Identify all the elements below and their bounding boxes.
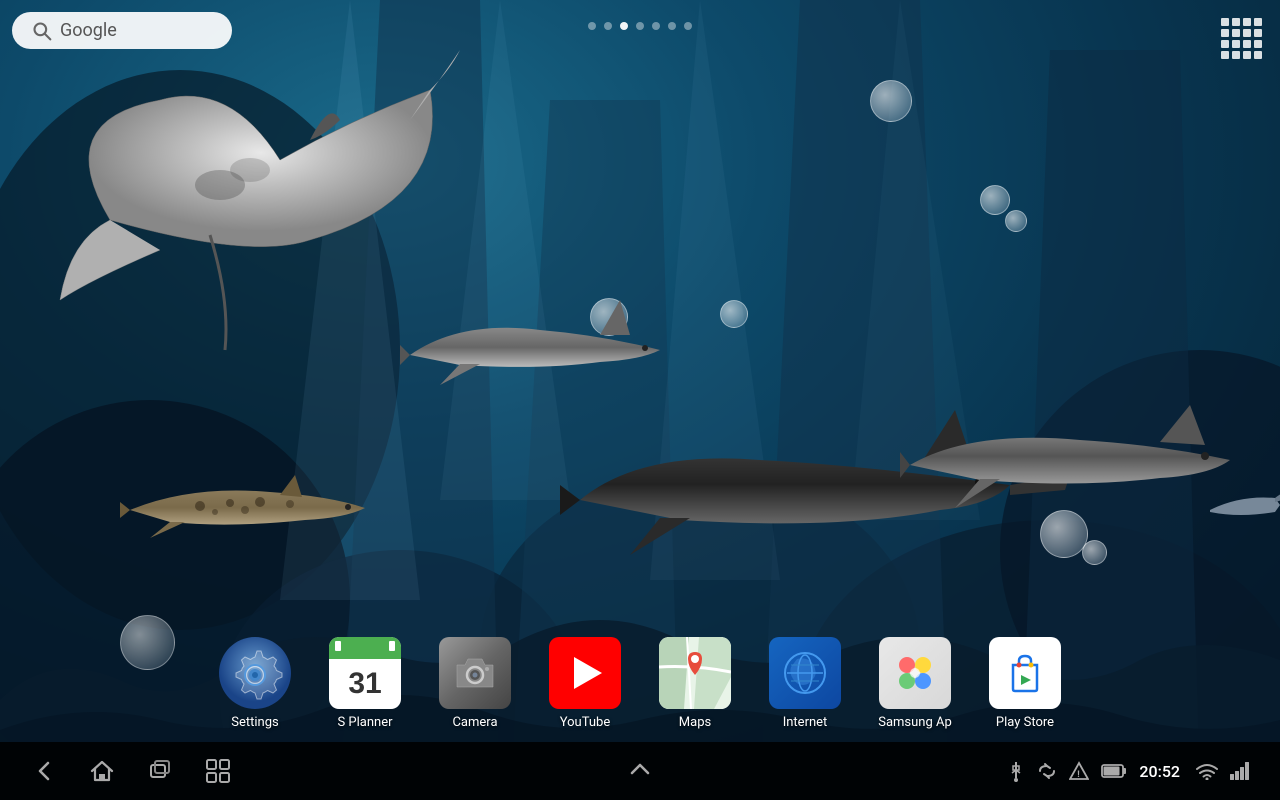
- sync-icon: [1037, 761, 1057, 781]
- app-dock: Settings 31 S Planner: [0, 627, 1280, 740]
- app-maps[interactable]: Maps: [650, 637, 740, 730]
- camera-label: Camera: [452, 715, 497, 730]
- dot-3[interactable]: [636, 22, 644, 30]
- page-dots: [588, 22, 692, 30]
- bubble-3: [1005, 210, 1027, 232]
- search-icon: [32, 21, 52, 41]
- up-button[interactable]: [626, 755, 654, 787]
- bubble-7: [1082, 540, 1107, 565]
- shark-right-edge: [1180, 480, 1280, 540]
- small-shark: [120, 470, 380, 550]
- samsung-label: Samsung Ap: [878, 715, 952, 730]
- search-bar[interactable]: Google: [12, 12, 232, 49]
- warning-icon: !: [1069, 761, 1089, 781]
- nav-buttons: [30, 757, 232, 785]
- usb-icon: [1007, 760, 1025, 782]
- signal-icon: [1230, 762, 1250, 780]
- dot-4[interactable]: [652, 22, 660, 30]
- youtube-play-icon: [574, 657, 602, 689]
- settings-icon: [219, 637, 291, 709]
- home-button[interactable]: [88, 757, 116, 785]
- youtube-label: YouTube: [560, 715, 611, 730]
- internet-label: Internet: [783, 715, 828, 730]
- status-bar: ! 20:52: [1007, 760, 1250, 782]
- dot-0[interactable]: [588, 22, 596, 30]
- app-splanner[interactable]: 31 S Planner: [320, 637, 410, 730]
- maps-label: Maps: [679, 715, 711, 730]
- app-playstore[interactable]: Play Store: [980, 637, 1070, 730]
- maps-icon: [659, 637, 731, 709]
- app-internet[interactable]: Internet: [760, 637, 850, 730]
- app-samsung[interactable]: Samsung Ap: [870, 637, 960, 730]
- internet-icon: [769, 637, 841, 709]
- time-display: 20:52: [1139, 762, 1180, 781]
- app-camera[interactable]: Camera: [430, 637, 520, 730]
- app-settings[interactable]: Settings: [210, 637, 300, 730]
- bubble-1: [870, 80, 912, 122]
- playstore-label: Play Store: [996, 715, 1054, 730]
- wifi-icon: [1196, 762, 1218, 780]
- multiwindow-button[interactable]: [204, 757, 232, 785]
- splanner-label: S Planner: [337, 715, 392, 730]
- samsung-icon: [879, 637, 951, 709]
- dot-1[interactable]: [604, 22, 612, 30]
- youtube-icon: [549, 637, 621, 709]
- playstore-icon: [989, 637, 1061, 709]
- bubble-5: [720, 300, 748, 328]
- app-youtube[interactable]: YouTube: [540, 637, 630, 730]
- svg-text:!: !: [1078, 770, 1080, 780]
- bubble-2: [980, 185, 1010, 215]
- splanner-icon: 31: [329, 637, 401, 709]
- manta-ray: [30, 40, 460, 360]
- dot-2[interactable]: [620, 22, 628, 30]
- search-label: Google: [60, 20, 117, 41]
- dot-6[interactable]: [684, 22, 692, 30]
- battery-icon: [1101, 763, 1127, 779]
- camera-icon: [439, 637, 511, 709]
- settings-label: Settings: [231, 715, 278, 730]
- app-drawer-button[interactable]: [1217, 14, 1266, 63]
- back-button[interactable]: [30, 757, 58, 785]
- nav-bar: ! 20:52: [0, 742, 1280, 800]
- dot-5[interactable]: [668, 22, 676, 30]
- recent-apps-button[interactable]: [146, 757, 174, 785]
